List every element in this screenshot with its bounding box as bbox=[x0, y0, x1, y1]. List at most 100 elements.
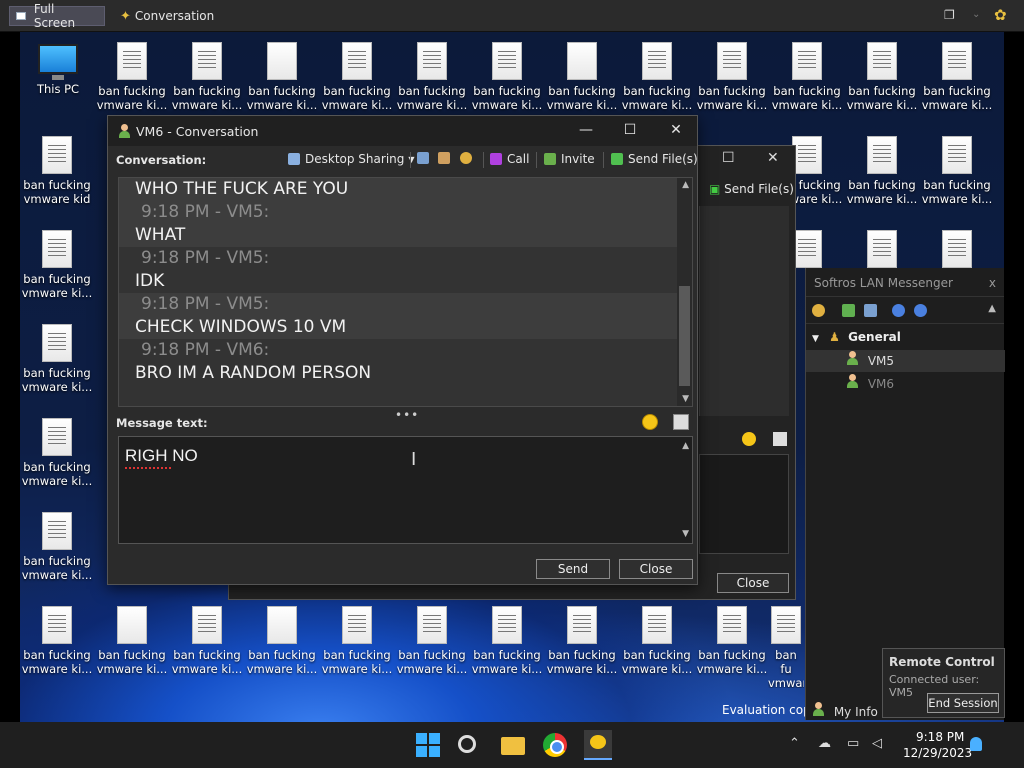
call-button[interactable]: Call bbox=[490, 152, 529, 166]
desktop-file-icon[interactable]: ban fucking vmware ki... bbox=[621, 38, 693, 124]
close-icon[interactable]: ✕ bbox=[767, 150, 779, 166]
gear-icon[interactable] bbox=[812, 304, 825, 317]
book-icon[interactable] bbox=[864, 304, 877, 317]
gear-icon[interactable]: ✿ bbox=[994, 6, 1007, 24]
chevron-up-icon[interactable]: ▲ bbox=[988, 303, 996, 314]
maximize-icon[interactable]: ☐ bbox=[722, 150, 735, 166]
scroll-down-icon[interactable]: ▼ bbox=[682, 529, 689, 539]
this-pc-icon[interactable]: This PC bbox=[22, 38, 94, 124]
folder-icon[interactable] bbox=[842, 304, 855, 317]
desktop-sharing-button[interactable]: Desktop Sharing ▼ bbox=[288, 152, 415, 166]
full-screen-button[interactable]: Full Screen bbox=[9, 2, 105, 30]
contacts-button[interactable] bbox=[438, 152, 455, 164]
folder-icon[interactable] bbox=[501, 737, 525, 755]
desktop-file-icon[interactable]: ban fucking vmware ki... bbox=[471, 602, 543, 688]
desktop-file-icon[interactable]: ban fucking vmware ki... bbox=[471, 38, 543, 124]
desktop-file-icon[interactable]: ban fucking vmware ki... bbox=[321, 38, 393, 124]
send-files-button[interactable]: ▣ Send File(s) bbox=[709, 182, 794, 196]
windows-icon[interactable]: ❐ bbox=[944, 8, 955, 22]
format-icon[interactable] bbox=[673, 414, 689, 430]
desktop-file-icon[interactable]: ban fucking vmware ki... bbox=[846, 132, 918, 218]
send-button[interactable]: Send bbox=[536, 559, 610, 579]
conversation-tab[interactable]: ✦ Conversation bbox=[114, 6, 220, 26]
chevron-up-icon[interactable]: ⌃ bbox=[789, 736, 800, 751]
softros-icon[interactable] bbox=[584, 730, 612, 760]
contact-item[interactable]: VM5 bbox=[806, 350, 1005, 372]
desktop-file-icon[interactable]: ban fucking vmware ki... bbox=[396, 38, 468, 124]
desktop-file-icon[interactable]: ban fucking vmware ki... bbox=[771, 38, 843, 124]
chrome-icon[interactable] bbox=[543, 733, 567, 757]
desktop-file-icon[interactable]: ban fucking vmware ki... bbox=[171, 602, 243, 688]
help-icon[interactable] bbox=[892, 304, 905, 317]
desktop-file-icon[interactable]: ban fucking vmware ki... bbox=[696, 38, 768, 124]
chevron-down-icon[interactable]: ⌄ bbox=[972, 9, 980, 20]
desktop-file-icon[interactable]: ban fucking vmware ki... bbox=[921, 132, 993, 218]
desktop-file-icon[interactable]: ban fucking vmware ki... bbox=[21, 320, 93, 406]
maximize-icon[interactable]: ☐ bbox=[620, 122, 640, 138]
end-session-button[interactable]: End Session bbox=[927, 693, 999, 713]
desktop-file-icon[interactable]: ban fuvmware ki bbox=[768, 602, 804, 688]
conversation-window[interactable]: VM6 - Conversation — ☐ ✕ Conversation: D… bbox=[107, 115, 698, 585]
emoji-icon[interactable] bbox=[642, 414, 658, 430]
desktop-file-icon[interactable]: ban fucking vmware ki... bbox=[96, 602, 168, 688]
start-icon[interactable] bbox=[416, 733, 440, 757]
document-icon bbox=[42, 512, 72, 550]
desktop-file-icon[interactable]: ban fucking vmware ki... bbox=[546, 602, 618, 688]
conversation-scrollbar[interactable]: ▲ ▼ bbox=[677, 178, 692, 406]
desktop-file-icon[interactable]: ban fucking vmware ki... bbox=[396, 602, 468, 688]
desktop-file-icon[interactable]: ban fucking vmware ki... bbox=[246, 602, 318, 688]
desktop-file-icon[interactable]: ban fucking vmware ki... bbox=[246, 38, 318, 124]
contact-item[interactable]: VM6 bbox=[806, 373, 1005, 395]
scroll-up-icon[interactable]: ▲ bbox=[682, 180, 689, 190]
desktop-file-icon[interactable]: ban fucking vmware ki... bbox=[846, 38, 918, 124]
settings-button[interactable] bbox=[460, 152, 477, 164]
emoji-icon[interactable] bbox=[742, 432, 756, 446]
message-input[interactable] bbox=[699, 454, 789, 554]
display-icon[interactable]: ▭ bbox=[847, 736, 859, 751]
close-button[interactable]: Close bbox=[619, 559, 693, 579]
search-icon[interactable] bbox=[458, 735, 476, 753]
my-info-button[interactable]: My Info bbox=[812, 702, 878, 719]
desktop-file-icon[interactable]: ban fucking vmware ki... bbox=[546, 38, 618, 124]
title-bar: VM6 - Conversation bbox=[108, 116, 697, 146]
network-icon[interactable]: ☁ bbox=[818, 736, 831, 751]
bell-icon[interactable] bbox=[970, 737, 982, 751]
desktop-file-icon[interactable]: ban fucking vmware ki... bbox=[621, 602, 693, 688]
info-icon[interactable] bbox=[914, 304, 927, 317]
document-icon bbox=[717, 606, 747, 644]
desktop-file-icon[interactable]: ban fucking vmware ki... bbox=[21, 508, 93, 594]
history-button[interactable] bbox=[417, 152, 434, 164]
desktop-file-icon[interactable]: ban fucking vmware ki... bbox=[321, 602, 393, 688]
edit-icon[interactable] bbox=[773, 432, 787, 446]
clock-date[interactable]: 12/29/2023 bbox=[903, 746, 972, 760]
desktop-file-icon[interactable]: ban fucking vmware ki... bbox=[696, 602, 768, 688]
document-icon bbox=[867, 230, 897, 268]
desktop-file-icon[interactable]: ban fucking vmware ki... bbox=[921, 38, 993, 124]
close-button[interactable]: Close bbox=[717, 573, 789, 593]
scrollbar-thumb[interactable] bbox=[679, 286, 690, 386]
message-input[interactable] bbox=[125, 446, 665, 466]
desktop-file-icon[interactable]: ban fucking vmware ki... bbox=[21, 602, 93, 688]
minimize-icon[interactable]: — bbox=[576, 122, 596, 138]
desktop-file-icon[interactable]: ban fucking vmware kid bbox=[21, 132, 93, 218]
splitter-grip[interactable]: ••• bbox=[395, 408, 419, 422]
group-general[interactable]: ▼ ♟ General bbox=[812, 330, 901, 344]
message-input-box[interactable]: I ▲ ▼ bbox=[118, 436, 693, 544]
close-icon[interactable]: ✕ bbox=[666, 122, 686, 138]
message-text: BRO IM A RANDOM PERSON bbox=[119, 362, 679, 385]
scroll-up-icon[interactable]: ▲ bbox=[682, 441, 689, 451]
volume-icon[interactable]: ◁ bbox=[872, 736, 882, 751]
desktop-sharing-icon bbox=[288, 153, 300, 165]
desktop-file-icon[interactable]: ban fucking vmware ki... bbox=[21, 414, 93, 500]
conversation-history[interactable]: WHO THE FUCK ARE YOU 9:18 PM - VM5: WHAT 9:… bbox=[118, 177, 693, 407]
scroll-down-icon[interactable]: ▼ bbox=[682, 394, 689, 404]
desktop-file-icon[interactable]: ban fucking vmware ki... bbox=[171, 38, 243, 124]
document-icon bbox=[42, 136, 72, 174]
close-icon[interactable]: x bbox=[989, 276, 996, 290]
desktop-file-icon[interactable]: ban fucking vmware ki... bbox=[96, 38, 168, 124]
clock-time[interactable]: 9:18 PM bbox=[916, 730, 964, 744]
document-icon bbox=[42, 418, 72, 456]
invite-button[interactable]: Invite bbox=[544, 152, 595, 166]
send-files-button[interactable]: Send File(s) bbox=[611, 152, 698, 166]
desktop-file-icon[interactable]: ban fucking vmware ki... bbox=[21, 226, 93, 312]
